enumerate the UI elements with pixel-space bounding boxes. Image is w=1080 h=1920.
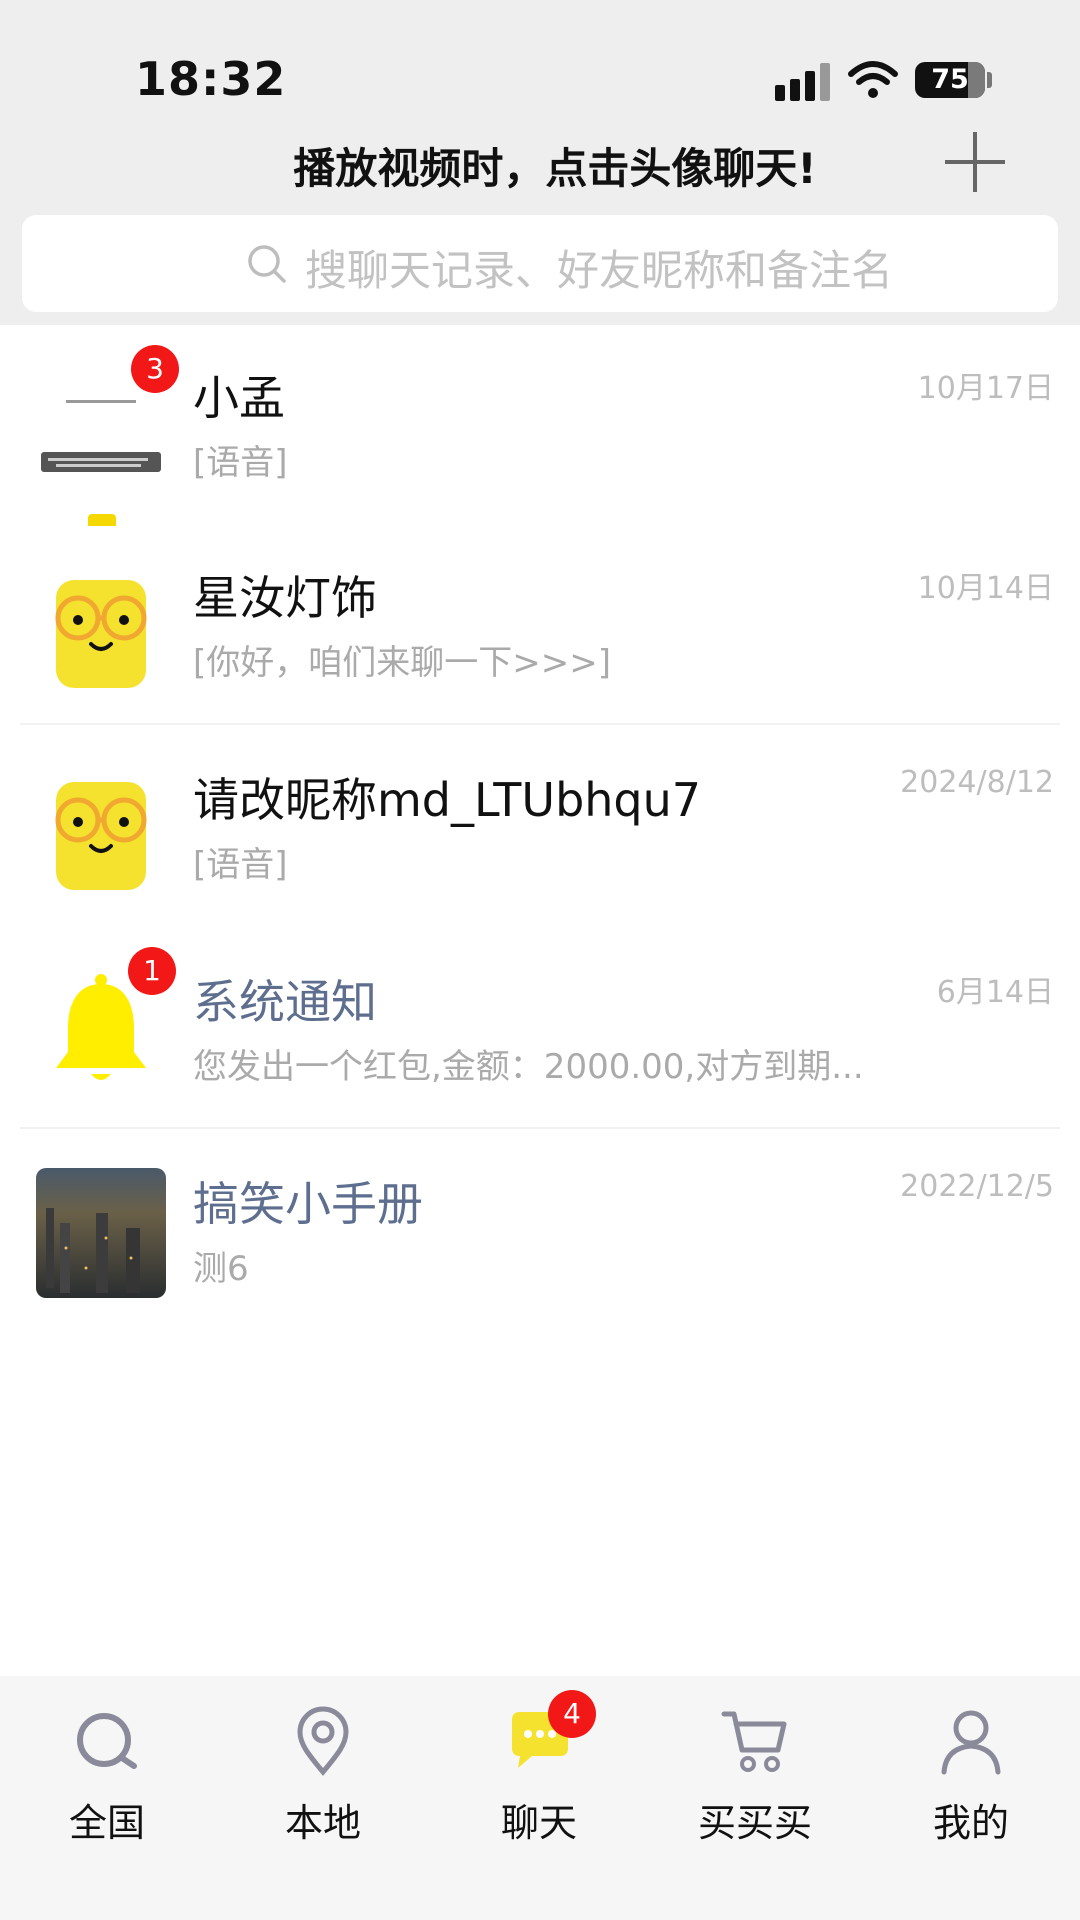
tab-local[interactable]: 本地 <box>248 1706 398 1845</box>
chat-date: 6月14日 <box>936 975 1054 1010</box>
chat-preview: 您发出一个红包,金额：2000.00,对方到期... <box>193 1047 864 1087</box>
chat-item-system-notice[interactable]: 1 系统通知 您发出一个红包,金额：2000.00,对方到期... 6月14日 <box>0 929 1080 1129</box>
cellular-signal-icon <box>775 63 831 101</box>
bottom-tab-bar: 全国 本地 4 聊天 买买买 我的 <box>0 1676 1080 1920</box>
chat-date: 10月14日 <box>917 571 1054 606</box>
chat-date: 2024/8/12 <box>900 765 1054 800</box>
top-bar: 18:32 75 播放视频时，点击头像聊天! 搜聊天记录、好友昵称和备注名 <box>0 0 1080 325</box>
battery-tip <box>987 72 992 88</box>
location-pin-icon <box>297 1706 349 1776</box>
chat-name: 星汝灯饰 <box>193 571 377 625</box>
battery-icon: 75 <box>915 62 985 98</box>
unread-badge: 3 <box>131 345 179 393</box>
chat-preview: 测6 <box>193 1249 249 1289</box>
tab-label: 本地 <box>284 1801 361 1845</box>
tab-label: 聊天 <box>500 1801 577 1845</box>
chat-name: 搞笑小手册 <box>193 1177 423 1231</box>
chat-name: 请改昵称md_LTUbhqu7 <box>193 773 702 827</box>
avatar[interactable] <box>36 764 166 894</box>
cart-icon <box>721 1711 787 1772</box>
unread-badge: 1 <box>128 947 176 995</box>
chat-item-rename[interactable]: 请改昵称md_LTUbhqu7 [语音] 2024/8/12 <box>0 727 1080 927</box>
avatar[interactable] <box>36 562 166 692</box>
tab-label: 买买买 <box>697 1801 812 1845</box>
chat-name: 系统通知 <box>193 975 377 1029</box>
search-icon <box>248 245 286 283</box>
avatar[interactable] <box>36 1168 166 1298</box>
divider <box>20 723 1060 725</box>
tab-label: 我的 <box>932 1801 1009 1845</box>
search-input[interactable]: 搜聊天记录、好友昵称和备注名 <box>22 215 1058 312</box>
chat-item-xingru[interactable]: 星汝灯饰 [你好，咱们来聊一下>>>] 10月14日 <box>0 525 1080 725</box>
chat-preview: [语音] <box>193 845 288 885</box>
chat-name: 小孟 <box>193 371 285 425</box>
divider <box>20 1127 1060 1129</box>
chat-date: 2022/12/5 <box>900 1169 1054 1204</box>
tab-chat[interactable]: 4 聊天 <box>464 1690 614 1845</box>
chat-item-xiaomeng[interactable]: 3 小孟 [语音] 10月17日 <box>0 325 1080 526</box>
chat-date: 10月17日 <box>917 371 1054 406</box>
plus-icon[interactable] <box>945 132 1005 192</box>
status-time: 18:32 <box>135 52 287 106</box>
search-placeholder: 搜聊天记录、好友昵称和备注名 <box>305 246 894 295</box>
chat-preview: [你好，咱们来聊一下>>>] <box>193 643 611 683</box>
tab-profile[interactable]: 我的 <box>896 1706 1046 1845</box>
chat-item-funny-handbook[interactable]: 搞笑小手册 测6 2022/12/5 <box>0 1131 1080 1331</box>
tab-label: 全国 <box>68 1801 145 1845</box>
battery-level: 75 <box>931 64 969 95</box>
chat-preview: [语音] <box>193 443 288 483</box>
tab-nationwide[interactable]: 全国 <box>32 1706 182 1845</box>
page-title: 播放视频时，点击头像聊天! <box>293 144 817 193</box>
person-icon <box>941 1710 1001 1775</box>
wifi-icon <box>848 61 898 98</box>
search-icon <box>77 1713 137 1769</box>
unread-badge: 4 <box>548 1690 596 1738</box>
tab-shopping[interactable]: 买买买 <box>680 1706 830 1845</box>
